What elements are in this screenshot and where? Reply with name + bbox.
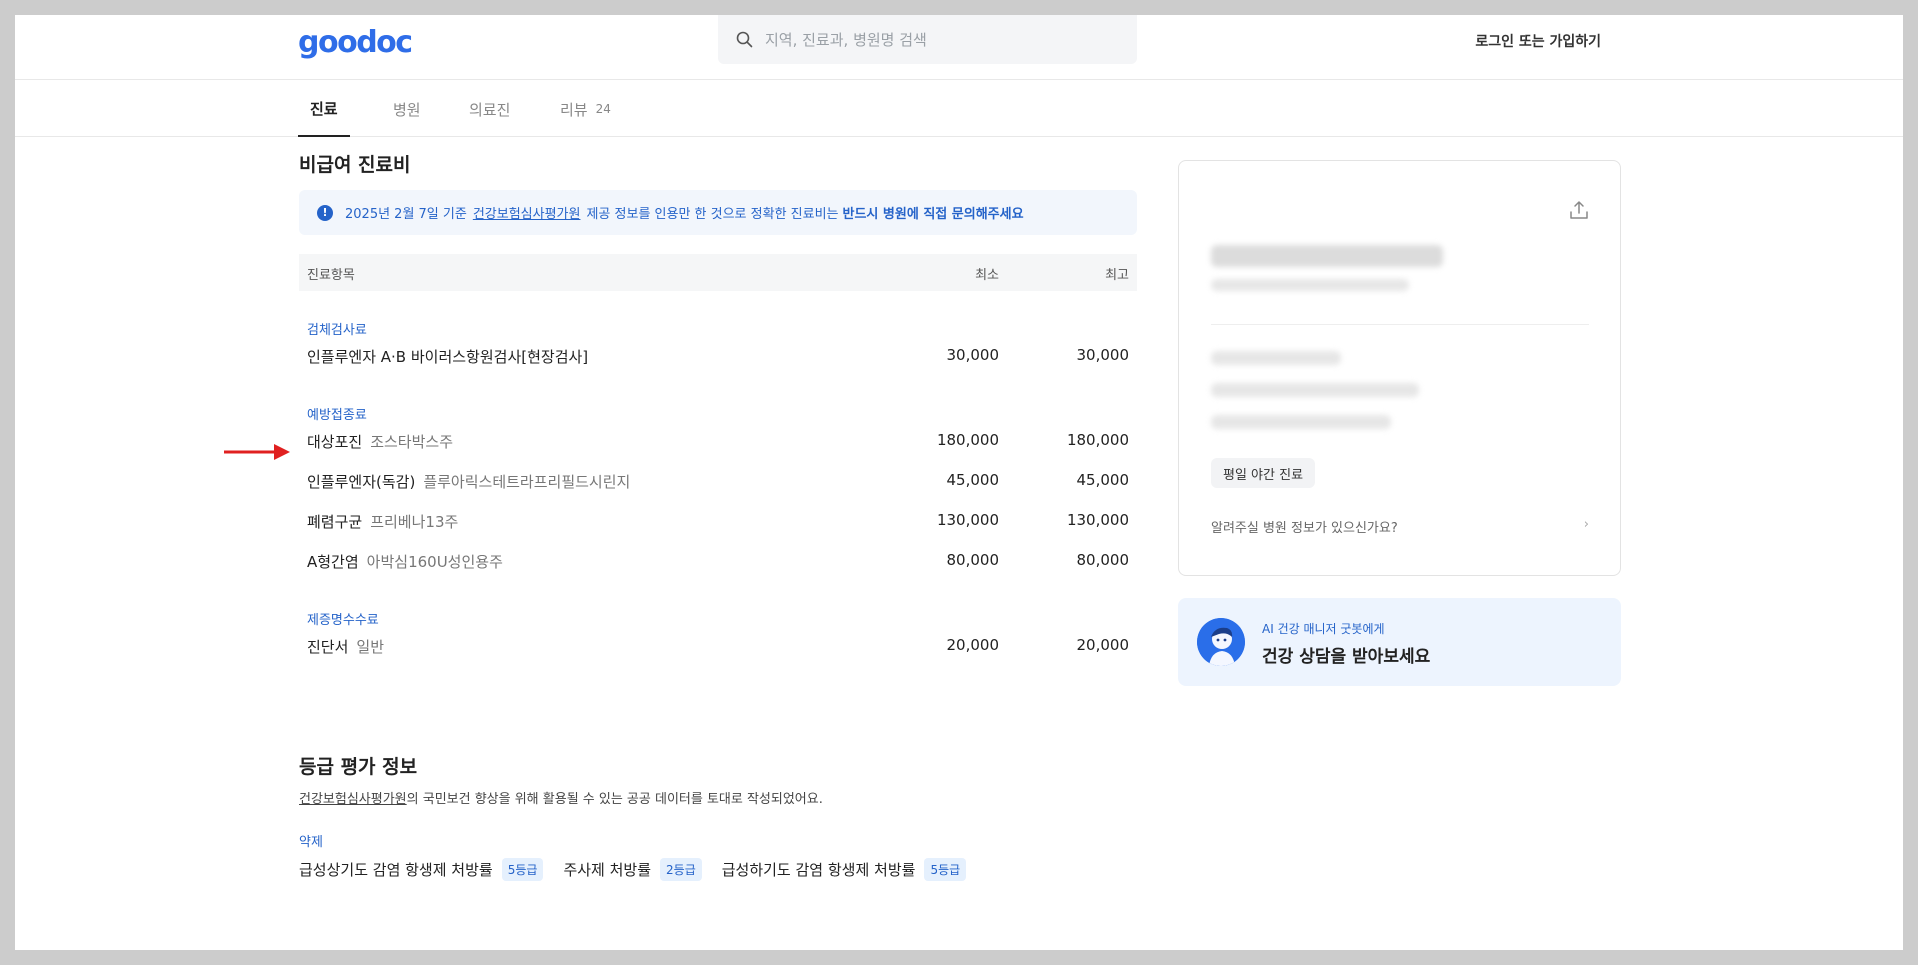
- min-price: 30,000: [946, 346, 1000, 364]
- max-price: 80,000: [1076, 551, 1130, 569]
- item-name: A형간염: [307, 553, 359, 571]
- max-price: 20,000: [1076, 636, 1130, 654]
- chevron-right-icon: ›: [1583, 517, 1589, 532]
- grade-label: 주사제 처방률: [563, 861, 652, 879]
- grade-source-link[interactable]: 건강보험심사평가원: [299, 792, 407, 807]
- grade-desc-text: 의 국민보건 향상을 위해 활용될 수 있는 공공 데이터를 토대로 작성되었어…: [406, 792, 823, 807]
- min-price: 80,000: [946, 551, 1000, 569]
- blurred-address: [1211, 415, 1391, 429]
- page: goodoc 지역, 진료과, 병원명 검색 로그인 또는 가입하기 진료 병원…: [15, 15, 1903, 950]
- login-link[interactable]: 로그인 또는 가입하기: [1475, 31, 1601, 51]
- min-price: 130,000: [936, 511, 999, 529]
- header: goodoc 지역, 진료과, 병원명 검색 로그인 또는 가입하기: [15, 15, 1903, 80]
- notice-strong: 반드시 병원에 직접 문의해주세요: [842, 207, 1024, 222]
- min-price: 45,000: [946, 471, 1000, 489]
- category-label: 검체검사료: [307, 323, 367, 338]
- col-max: 최고: [1105, 268, 1129, 283]
- tab-label: 진료: [310, 99, 338, 118]
- grade-title: 등급 평가 정보: [299, 756, 418, 778]
- tab-reviews[interactable]: 리뷰 24: [560, 81, 611, 137]
- max-price: 130,000: [1066, 511, 1129, 529]
- grade-item: 급성상기도 감염 항생제 처방률 5등급: [299, 858, 544, 881]
- grade-description: 건강보험심사평가원의 국민보건 향상을 위해 활용될 수 있는 공공 데이터를 …: [299, 788, 823, 807]
- item-product: 조스타박스주: [370, 433, 454, 451]
- blurred-phone: [1211, 351, 1341, 365]
- grade-badge: 2등급: [660, 858, 702, 881]
- tab-hospital[interactable]: 병원: [393, 81, 421, 137]
- grade-badge: 5등급: [924, 858, 967, 881]
- grade-category: 약제: [299, 835, 323, 850]
- max-price: 30,000: [1076, 346, 1130, 364]
- category-label: 예방접종료: [307, 408, 367, 423]
- ai-banner-subtitle: AI 건강 매니저 굿봇에게: [1262, 622, 1385, 636]
- fee-table-header: 진료항목 최소 최고: [299, 254, 1137, 291]
- tab-label: 병원: [393, 100, 421, 119]
- category-label: 제증명수수료: [307, 613, 379, 628]
- grade-label: 급성상기도 감염 항생제 처방률: [299, 861, 493, 879]
- tab-label: 리뷰: [560, 100, 588, 119]
- notice-date: 2025년 2월 7일 기준: [345, 207, 467, 222]
- grade-item: 급성하기도 감염 항생제 처방률 5등급: [721, 858, 967, 881]
- card-divider: [1211, 324, 1589, 325]
- notice-text: 제공 정보를 인용만 한 것으로 정확한 진료비는: [586, 207, 839, 222]
- ai-banner-title: 건강 상담을 받아보세요: [1262, 647, 1431, 667]
- item-product: 플루아릭스테트라프리필드시린지: [423, 473, 631, 491]
- hospital-card: 평일 야간 진료 알려주실 병원 정보가 있으신가요? ›: [1178, 160, 1621, 576]
- feedback-link[interactable]: 알려주실 병원 정보가 있으신가요? ›: [1211, 517, 1589, 536]
- item-name: 폐렴구균: [307, 513, 363, 531]
- share-icon[interactable]: [1568, 199, 1590, 221]
- max-price: 180,000: [1066, 431, 1129, 449]
- tab-bar: 진료 병원 의료진 리뷰 24: [15, 81, 1903, 137]
- night-clinic-chip: 평일 야간 진료: [1211, 458, 1316, 488]
- tab-label: 의료진: [469, 100, 511, 119]
- col-min: 최소: [975, 268, 999, 283]
- fee-notice: ! 2025년 2월 7일 기준 건강보험심사평가원 제공 정보를 인용만 한 …: [299, 190, 1137, 235]
- item-name: 대상포진: [307, 433, 363, 451]
- feedback-text: 알려주실 병원 정보가 있으신가요?: [1211, 521, 1398, 536]
- grade-list: 급성상기도 감염 항생제 처방률 5등급 주사제 처방률 2등급 급성하기도 감…: [299, 858, 986, 881]
- min-price: 180,000: [936, 431, 999, 449]
- grade-item: 주사제 처방률 2등급: [563, 858, 702, 881]
- blurred-hours: [1211, 383, 1419, 397]
- grade-label: 급성하기도 감염 항생제 처방률: [721, 861, 916, 879]
- search-placeholder: 지역, 진료과, 병원명 검색: [765, 31, 927, 49]
- review-count: 24: [595, 102, 611, 116]
- table-row: 폐렴구균 프리베나13주 130,000 130,000: [307, 511, 1129, 535]
- table-row: A형간염 아박심160U성인용주 80,000 80,000: [307, 551, 1129, 575]
- table-row: 대상포진 조스타박스주 180,000 180,000: [307, 431, 1129, 455]
- blurred-hospital-name: [1211, 245, 1443, 267]
- col-item: 진료항목: [307, 268, 355, 283]
- goodbot-avatar-icon: [1197, 618, 1245, 666]
- search-input[interactable]: 지역, 진료과, 병원명 검색: [718, 15, 1137, 64]
- tab-doctors[interactable]: 의료진: [469, 81, 510, 137]
- ai-consult-banner[interactable]: AI 건강 매니저 굿봇에게 건강 상담을 받아보세요: [1178, 598, 1621, 686]
- arrow-annotation-icon: [224, 444, 290, 460]
- item-name: 인플루엔자 A·B 바이러스항원검사[현장검사]: [307, 348, 589, 366]
- item-name: 인플루엔자(독감): [307, 473, 416, 491]
- min-price: 20,000: [946, 636, 1000, 654]
- table-row: 인플루엔자 A·B 바이러스항원검사[현장검사] 30,000 30,000: [307, 346, 1129, 370]
- blurred-hospital-meta: [1211, 279, 1409, 291]
- fees-title: 비급여 진료비: [299, 154, 411, 176]
- info-icon: !: [317, 204, 333, 221]
- search-icon: [736, 31, 753, 48]
- table-row: 진단서 일반 20,000 20,000: [307, 636, 1129, 660]
- tab-treatment[interactable]: 진료: [298, 81, 350, 137]
- max-price: 45,000: [1076, 471, 1130, 489]
- item-product: 프리베나13주: [370, 513, 459, 531]
- logo-text: goodoc: [298, 24, 413, 60]
- goodoc-logo[interactable]: goodoc: [298, 24, 413, 60]
- item-name: 진단서: [307, 638, 349, 656]
- grade-badge: 5등급: [501, 858, 544, 881]
- item-product: 일반: [356, 638, 385, 656]
- item-product: 아박심160U성인용주: [366, 553, 503, 571]
- table-row: 인플루엔자(독감) 플루아릭스테트라프리필드시린지 45,000 45,000: [307, 471, 1129, 495]
- notice-source-link[interactable]: 건강보험심사평가원: [473, 203, 581, 222]
